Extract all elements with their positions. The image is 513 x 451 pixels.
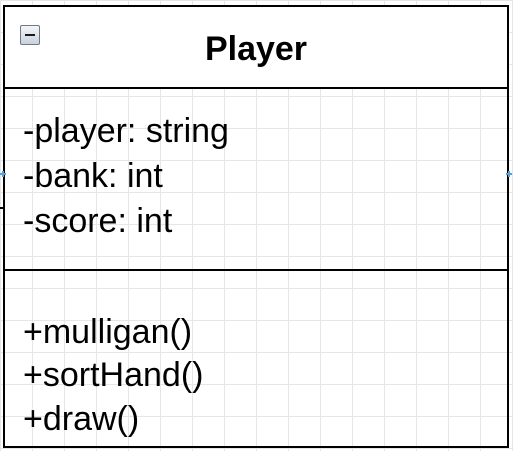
attribute-score: -score: int [23,202,173,240]
collapse-minus-icon[interactable] [20,25,40,45]
minus-icon [25,34,35,36]
connection-point-left-icon[interactable] [0,171,6,177]
attributes-compartment[interactable]: -player: string -bank: int -score: int [5,89,507,271]
uml-class-player[interactable]: Player -player: string -bank: int -score… [3,5,509,448]
method-sort-hand: +sortHand() [23,356,204,394]
methods-compartment[interactable]: +mulligan() +sortHand() +draw() [5,271,507,446]
attribute-player: -player: string [23,112,229,150]
attribute-bank: -bank: int [23,157,163,195]
class-name: Player [204,30,308,68]
class-header[interactable]: Player [5,7,507,89]
method-draw: +draw() [23,400,140,438]
connection-point-right-icon[interactable] [506,171,512,177]
edge-tick-divider [0,207,3,209]
method-mulligan: +mulligan() [23,313,193,351]
